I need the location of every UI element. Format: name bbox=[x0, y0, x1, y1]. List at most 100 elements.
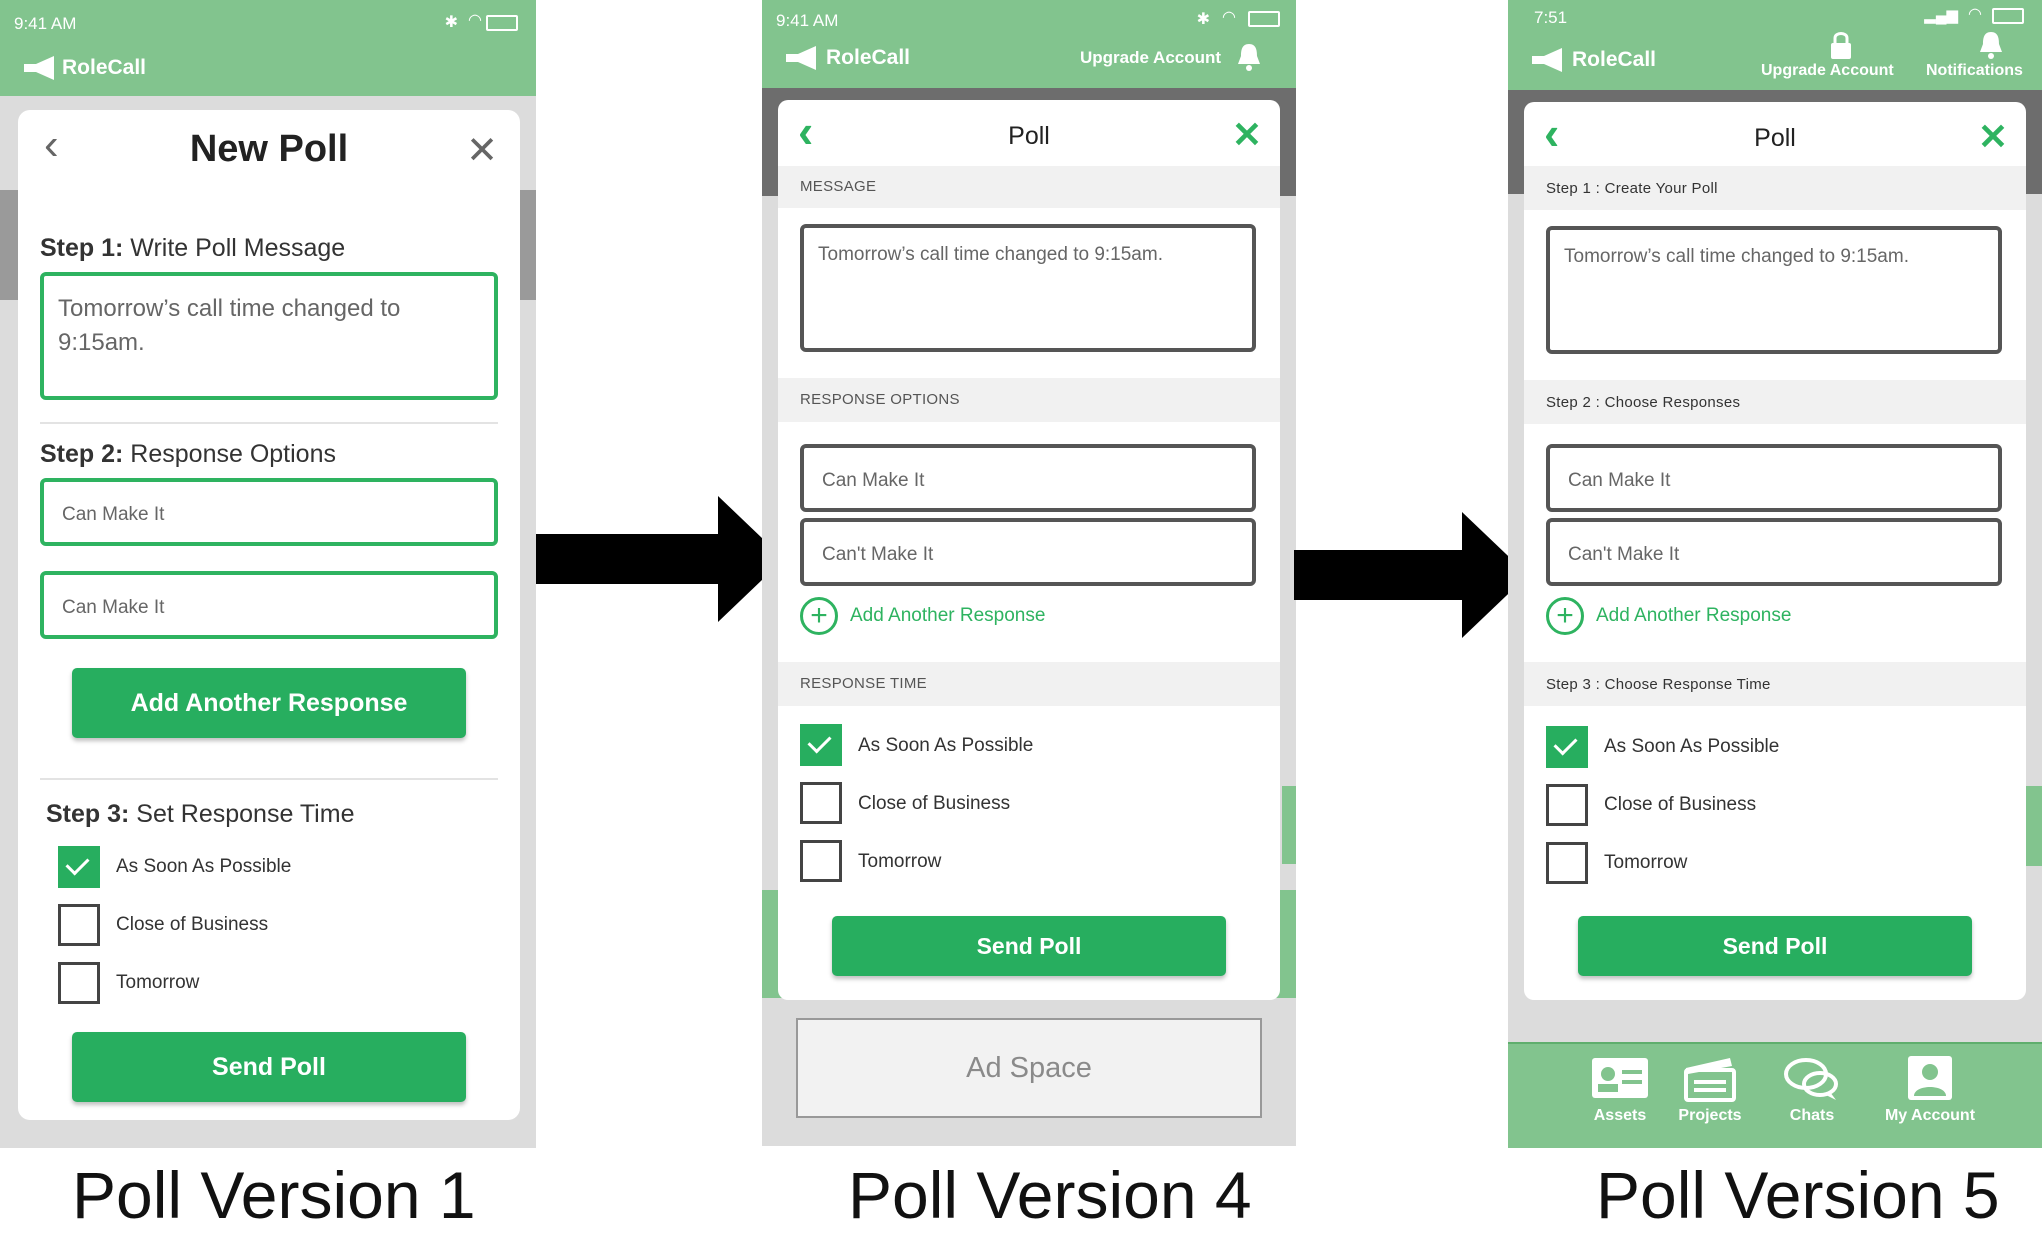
tab-assets[interactable]: Assets bbox=[1570, 1054, 1670, 1125]
close-icon[interactable]: ✕ bbox=[1978, 116, 2008, 158]
green-band bbox=[2026, 786, 2042, 866]
poll-card: ‹ Poll ✕ MESSAGE Tomorrow’s call time ch… bbox=[778, 100, 1280, 1000]
tab-my-account-label: My Account bbox=[1884, 1107, 1976, 1124]
poll-version-1-screen: 9:41 AM ✱ ◠ RoleCall ‹ New Poll ✕ Step 1… bbox=[0, 0, 536, 1148]
divider bbox=[40, 422, 498, 424]
battery-icon bbox=[1248, 11, 1280, 27]
close-icon[interactable]: ✕ bbox=[466, 128, 498, 173]
status-time: 7:51 bbox=[1534, 8, 1568, 27]
add-response-link[interactable]: + Add Another Response bbox=[800, 594, 1045, 638]
megaphone-icon bbox=[24, 56, 54, 80]
response-field[interactable]: Can Make It bbox=[40, 571, 498, 639]
section-step1-label: Step 1 : Create Your Poll bbox=[1546, 180, 1718, 197]
tomorrow-checkbox[interactable] bbox=[1546, 842, 1588, 884]
user-icon bbox=[1908, 1056, 1952, 1100]
status-time: 9:41 AM bbox=[776, 11, 839, 30]
app-brand: RoleCall bbox=[826, 46, 911, 69]
response-field[interactable]: Can Make It bbox=[1546, 444, 2002, 512]
step1-label: Step 1: bbox=[40, 234, 124, 262]
background-strip bbox=[0, 190, 18, 300]
bluetooth-icon: ✱ bbox=[1196, 11, 1210, 28]
response-text: Can't Make It bbox=[822, 544, 934, 565]
asap-checkbox[interactable] bbox=[58, 846, 100, 888]
send-poll-button[interactable]: Send Poll bbox=[1578, 916, 1972, 976]
page-title: Poll bbox=[1754, 124, 1796, 152]
bottom-tab-bar: Assets Projects Chats My Account bbox=[1508, 1042, 2042, 1148]
section-message: MESSAGE bbox=[778, 166, 1280, 208]
section-response-time-label: RESPONSE TIME bbox=[800, 675, 927, 692]
close-of-business-label: Close of Business bbox=[116, 914, 269, 935]
response-text: Can Make It bbox=[1568, 470, 1671, 491]
section-step2-label: Step 2 : Choose Responses bbox=[1546, 394, 1741, 411]
chat-bubbles-icon bbox=[1784, 1058, 1838, 1100]
wifi-icon: ◠ bbox=[1968, 6, 1982, 23]
message-text: Tomorrow’s call time changed to 9:15am. bbox=[818, 244, 1163, 265]
message-text: Tomorrow’s call time changed to 9:15am. bbox=[58, 295, 401, 356]
close-of-business-checkbox[interactable] bbox=[800, 782, 842, 824]
asap-label: As Soon As Possible bbox=[858, 735, 1034, 756]
tomorrow-label: Tomorrow bbox=[116, 972, 200, 993]
tab-chats[interactable]: Chats bbox=[1762, 1054, 1862, 1125]
status-bar: 9:41 AM ✱ ◠ bbox=[0, 0, 536, 48]
send-poll-button[interactable]: Send Poll bbox=[832, 916, 1226, 976]
close-of-business-checkbox[interactable] bbox=[1546, 784, 1588, 826]
app-bar: RoleCall Upgrade Account Notifications bbox=[1508, 32, 2042, 90]
tomorrow-checkbox[interactable] bbox=[58, 962, 100, 1004]
bluetooth-icon: ✱ bbox=[444, 14, 458, 31]
lock-icon bbox=[1831, 32, 1851, 59]
tab-my-account[interactable]: My Account bbox=[1870, 1054, 1990, 1125]
tab-chats-label: Chats bbox=[1789, 1107, 1835, 1124]
message-field[interactable]: Tomorrow’s call time changed to 9:15am. bbox=[1546, 226, 2002, 354]
plus-circle-icon: + bbox=[1546, 597, 1584, 635]
response-text: Can Make It bbox=[822, 470, 925, 491]
app-brand: RoleCall bbox=[1572, 48, 1657, 71]
battery-icon bbox=[486, 15, 518, 31]
arrow-right-icon bbox=[1294, 512, 1528, 638]
response-text: Can Make It bbox=[62, 504, 165, 525]
signal-icon: ▂▄▆ bbox=[1924, 7, 1958, 24]
poll-version-4-screen: 9:41 AM ✱ ◠ RoleCall Upgrade Account ‹ P… bbox=[762, 0, 1296, 1146]
status-bar: 9:41 AM ✱ ◠ bbox=[762, 0, 1296, 40]
upgrade-account-link[interactable]: Upgrade Account bbox=[1761, 62, 1894, 80]
megaphone-icon bbox=[1532, 48, 1562, 72]
section-step3-label: Step 3 : Choose Response Time bbox=[1546, 676, 1771, 693]
caption-version-5: Poll Version 5 bbox=[1596, 1158, 2000, 1232]
section-step3: Step 3 : Choose Response Time bbox=[1524, 662, 2026, 706]
bell-icon[interactable] bbox=[1236, 42, 1262, 72]
response-field[interactable]: Can't Make It bbox=[800, 518, 1256, 586]
close-of-business-checkbox[interactable] bbox=[58, 904, 100, 946]
response-field[interactable]: Can Make It bbox=[40, 478, 498, 546]
step2-heading: Step 2: Response Options bbox=[40, 440, 336, 469]
response-field[interactable]: Can't Make It bbox=[1546, 518, 2002, 586]
upgrade-account-link[interactable]: Upgrade Account bbox=[1080, 48, 1221, 68]
poll-version-5-screen: 7:51 ▂▄▆ ◠ RoleCall Upgrade Account Noti… bbox=[1508, 0, 2042, 1148]
wifi-icon: ◠ bbox=[1222, 9, 1236, 26]
step1-text: Write Poll Message bbox=[123, 234, 346, 262]
caption-version-4: Poll Version 4 bbox=[848, 1158, 1252, 1232]
close-icon[interactable]: ✕ bbox=[1232, 114, 1262, 156]
send-poll-button[interactable]: Send Poll bbox=[72, 1032, 466, 1102]
close-of-business-label: Close of Business bbox=[1604, 794, 1757, 815]
message-text: Tomorrow’s call time changed to 9:15am. bbox=[1564, 246, 1909, 267]
response-text: Can't Make It bbox=[1568, 544, 1680, 565]
caption-version-1: Poll Version 1 bbox=[72, 1158, 476, 1232]
asap-checkbox[interactable] bbox=[800, 724, 842, 766]
ad-space[interactable]: Ad Space bbox=[796, 1018, 1262, 1118]
message-field[interactable]: Tomorrow’s call time changed to 9:15am. bbox=[800, 224, 1256, 352]
add-response-label: Add Another Response bbox=[1596, 605, 1792, 626]
section-step1: Step 1 : Create Your Poll bbox=[1524, 166, 2026, 210]
divider bbox=[40, 778, 498, 780]
status-time: 9:41 AM bbox=[14, 14, 77, 33]
add-response-link[interactable]: + Add Another Response bbox=[1546, 594, 1791, 638]
asap-checkbox[interactable] bbox=[1546, 726, 1588, 768]
add-response-button[interactable]: Add Another Response bbox=[72, 668, 466, 738]
ad-space-label: Ad Space bbox=[966, 1051, 1092, 1084]
tab-projects-label: Projects bbox=[1678, 1107, 1742, 1124]
tab-projects[interactable]: Projects bbox=[1660, 1054, 1760, 1125]
section-message-label: MESSAGE bbox=[800, 178, 877, 195]
notifications-link[interactable]: Notifications bbox=[1926, 62, 2023, 80]
megaphone-icon bbox=[786, 46, 816, 70]
message-field[interactable]: Tomorrow’s call time changed to 9:15am. bbox=[40, 272, 498, 400]
tomorrow-checkbox[interactable] bbox=[800, 840, 842, 882]
response-field[interactable]: Can Make It bbox=[800, 444, 1256, 512]
